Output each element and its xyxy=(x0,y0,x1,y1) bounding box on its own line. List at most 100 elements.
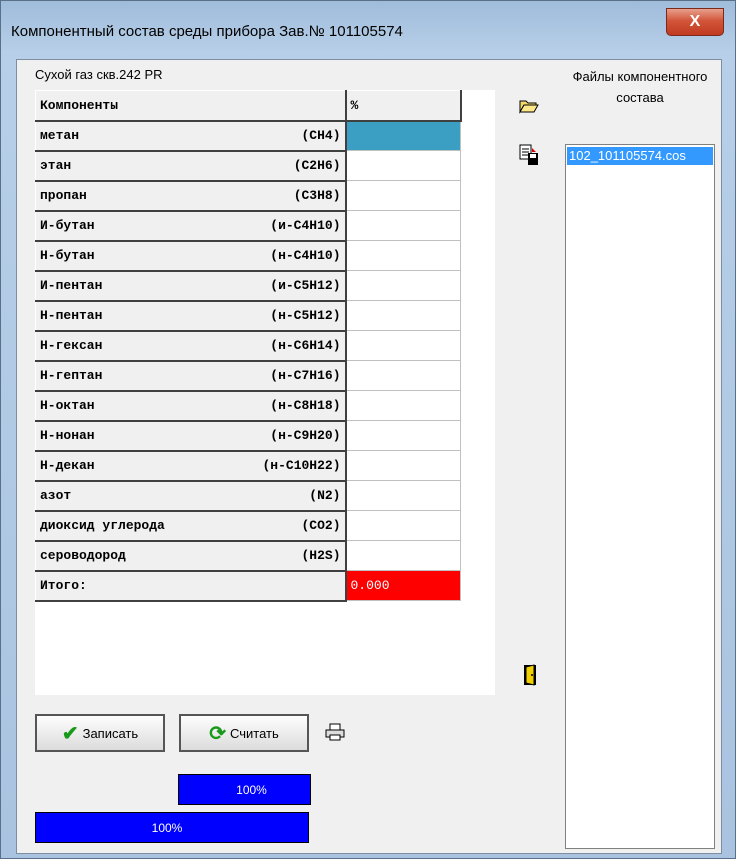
component-name-cell: диоксид углерода (CO2) xyxy=(35,510,347,542)
component-percent-cell[interactable] xyxy=(345,120,461,151)
component-formula: (н-C5H12) xyxy=(270,308,341,323)
component-row: Н-гептан (н-C7H16) xyxy=(35,360,461,392)
component-row: азот (N2) xyxy=(35,480,461,512)
component-name: Н-октан xyxy=(40,398,95,413)
window-title: Компонентный состав среды прибора Зав.№ … xyxy=(11,23,403,40)
component-formula: (N2) xyxy=(309,488,341,503)
component-percent-cell[interactable] xyxy=(345,390,461,421)
component-row: Н-бутан (н-C4H10) xyxy=(35,240,461,272)
component-name-cell: метан (CH4) xyxy=(35,120,347,152)
component-name: сероводород xyxy=(40,548,126,563)
component-formula: (н-C10H22) xyxy=(262,458,341,473)
component-percent-cell[interactable] xyxy=(345,150,461,181)
grid-header-row: Компоненты % xyxy=(35,90,462,122)
component-percent-cell[interactable] xyxy=(345,300,461,331)
component-name-cell: Н-декан (н-C10H22) xyxy=(35,450,347,482)
component-name-cell: Н-гексан (н-C6H14) xyxy=(35,330,347,362)
component-name-cell: пропан (C3H8) xyxy=(35,180,347,212)
composition-grid: Компоненты % метан (CH4) этан (C2H6) пропан (… xyxy=(35,90,462,602)
component-formula: (и-C4H10) xyxy=(270,218,341,233)
component-formula: (н-C7H16) xyxy=(270,368,341,383)
component-name-cell: Н-нонан (н-C9H20) xyxy=(35,420,347,452)
read-button-label: Считать xyxy=(230,725,279,741)
composition-grid-panel: Компоненты % метан (CH4) этан (C2H6) пропан (… xyxy=(35,90,495,695)
component-name: Н-гептан xyxy=(40,368,103,383)
component-percent-cell[interactable] xyxy=(345,180,461,211)
component-formula: (н-C9H20) xyxy=(270,428,341,443)
file-item-selected[interactable]: 102_101105574.cos xyxy=(567,147,713,165)
save-file-icon[interactable] xyxy=(519,144,539,171)
component-row: Н-пентан (н-C5H12) xyxy=(35,300,461,332)
component-name: Н-гексан xyxy=(40,338,103,353)
read-button[interactable]: ⟳ Считать xyxy=(179,714,309,752)
component-formula: (н-C8H18) xyxy=(270,398,341,413)
component-formula: (C2H6) xyxy=(293,158,341,173)
total-row: Итого: 0.000 xyxy=(35,570,461,602)
component-percent-cell[interactable] xyxy=(345,240,461,271)
component-row: И-пентан (и-C5H12) xyxy=(35,270,461,302)
write-button-label: Записать xyxy=(82,725,139,741)
component-name-cell: Н-пентан (н-C5H12) xyxy=(35,300,347,332)
component-name: метан xyxy=(40,128,80,143)
component-name: этан xyxy=(40,158,72,173)
component-row: Н-нонан (н-C9H20) xyxy=(35,420,461,452)
checkmark-icon: ✔ xyxy=(61,722,79,745)
component-name-cell: азот (N2) xyxy=(35,480,347,512)
progress-bar-bottom: 100% xyxy=(35,812,309,843)
component-name-cell: И-бутан (и-C4H10) xyxy=(35,210,347,242)
progress-bar-top: 100% xyxy=(178,774,311,805)
progress-top-text: 100% xyxy=(236,783,267,797)
grid-header-percent: % xyxy=(345,90,462,122)
component-name-cell: Н-октан (н-C8H18) xyxy=(35,390,347,422)
files-panel-title: Файлы компонентного состава xyxy=(572,69,708,105)
component-percent-cell[interactable] xyxy=(345,210,461,241)
component-name: пропан xyxy=(40,188,87,203)
component-row: И-бутан (и-C4H10) xyxy=(35,210,461,242)
files-list[interactable]: 102_101105574.cos xyxy=(565,144,715,849)
component-formula: (H2S) xyxy=(301,548,341,563)
component-row: сероводород (H2S) xyxy=(35,540,461,572)
component-row: пропан (C3H8) xyxy=(35,180,461,212)
component-row: диоксид углерода (CO2) xyxy=(35,510,461,542)
component-name-cell: Н-гептан (н-C7H16) xyxy=(35,360,347,392)
component-formula: (н-C4H10) xyxy=(270,248,341,263)
component-name: Н-нонан xyxy=(40,428,95,443)
component-row: метан (CH4) xyxy=(35,120,461,152)
component-percent-cell[interactable] xyxy=(345,540,461,571)
component-percent-cell[interactable] xyxy=(345,510,461,541)
component-formula: (C3H8) xyxy=(293,188,341,203)
close-button[interactable]: X xyxy=(666,8,724,36)
title-bar[interactable]: Компонентный состав среды прибора Зав.№ … xyxy=(1,1,735,59)
component-percent-cell[interactable] xyxy=(345,270,461,301)
folder-open-icon[interactable] xyxy=(519,98,539,119)
component-name-cell: этан (C2H6) xyxy=(35,150,347,182)
client-area: Сухой газ скв.242 PR Компоненты % метан (… xyxy=(16,59,722,854)
component-formula: (н-C6H14) xyxy=(270,338,341,353)
dialog-window: Компонентный состав среды прибора Зав.№ … xyxy=(0,0,736,859)
printer-icon[interactable] xyxy=(325,723,345,746)
component-percent-cell[interactable] xyxy=(345,480,461,511)
refresh-icon: ⟳ xyxy=(209,722,226,745)
component-name: Н-декан xyxy=(40,458,95,473)
grid-header-components: Компоненты xyxy=(35,90,347,122)
write-button[interactable]: ✔ Записать xyxy=(35,714,165,752)
component-name: диоксид углерода xyxy=(40,518,165,533)
exit-door-icon[interactable] xyxy=(523,664,537,691)
component-name: Н-пентан xyxy=(40,308,103,323)
component-percent-cell[interactable] xyxy=(345,330,461,361)
progress-bottom-text: 100% xyxy=(151,821,183,835)
component-formula: (CO2) xyxy=(301,518,341,533)
component-percent-cell[interactable] xyxy=(345,420,461,451)
component-name-cell: И-пентан (и-C5H12) xyxy=(35,270,347,302)
component-formula: (и-C5H12) xyxy=(270,278,341,293)
component-row: Н-декан (н-C10H22) xyxy=(35,450,461,482)
component-percent-cell[interactable] xyxy=(345,450,461,481)
component-name-cell: сероводород (H2S) xyxy=(35,540,347,572)
component-percent-cell[interactable] xyxy=(345,360,461,391)
component-name: азот xyxy=(40,488,72,503)
component-name: И-пентан xyxy=(40,278,103,293)
component-name: Н-бутан xyxy=(40,248,95,263)
component-row: Н-гексан (н-C6H14) xyxy=(35,330,461,362)
component-row: этан (C2H6) xyxy=(35,150,461,182)
total-label: Итого: xyxy=(35,570,347,602)
